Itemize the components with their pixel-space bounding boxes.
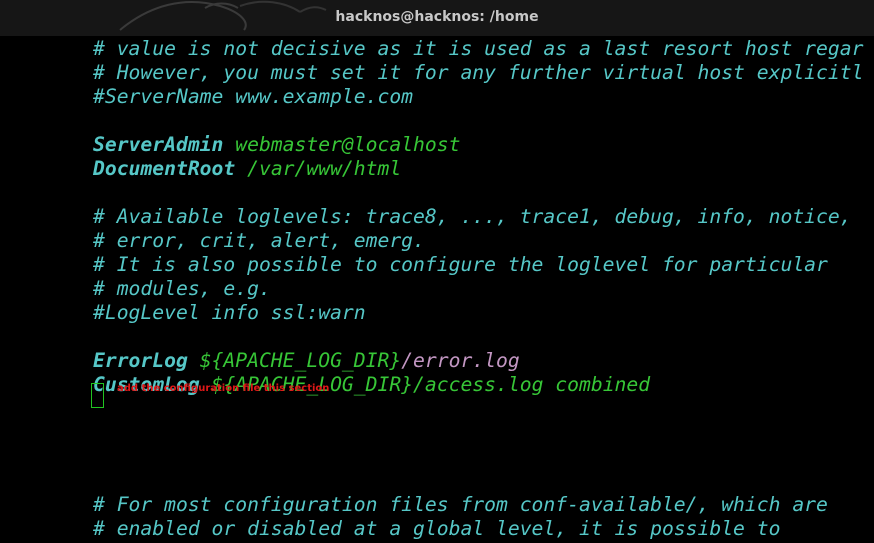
comment-line: #ServerName www.example.com [93,85,414,108]
server-admin-value: webmaster@localhost [235,133,461,156]
comment-line: # value is not decisive as it is used as… [93,37,864,60]
comment-line: # However, you must set it for any furth… [93,61,864,84]
annotation-note: add the configuration file this section [117,383,330,394]
window-title: hacknos@hacknos: /home [335,9,539,25]
comment-line: # Available loglevels: trace8, ..., trac… [93,205,852,228]
comment-line: #LogLevel info ssl:warn [93,301,366,324]
comment-line: # modules, e.g. [93,277,271,300]
server-admin-directive: ServerAdmin [93,133,224,156]
window-titlebar[interactable]: hacknos@hacknos: /home [0,0,874,36]
error-log-directive: ErrorLog [93,349,188,372]
document-root-value: /var/www/html [247,157,402,180]
error-log-variable: ${APACHE_LOG_DIR} [199,349,402,372]
comment-line: # It is also possible to configure the l… [93,253,828,276]
server-admin-line: ServerAdmin webmaster@localhost [93,133,460,157]
error-log-line: ErrorLog ${APACHE_LOG_DIR}/error.log [93,349,520,373]
terminal-editor[interactable]: # value is not decisive as it is used as… [0,36,874,543]
document-root-directive: DocumentRoot [93,157,236,180]
document-root-line: DocumentRoot /var/www/html [93,157,401,181]
comment-line: # For most configuration files from conf… [93,493,828,516]
text-cursor[interactable] [91,383,104,408]
comment-line: # enabled or disabled at a global level,… [93,517,781,540]
comment-line: # error, crit, alert, emerg. [93,229,425,252]
error-log-file: /error.log [401,349,520,372]
